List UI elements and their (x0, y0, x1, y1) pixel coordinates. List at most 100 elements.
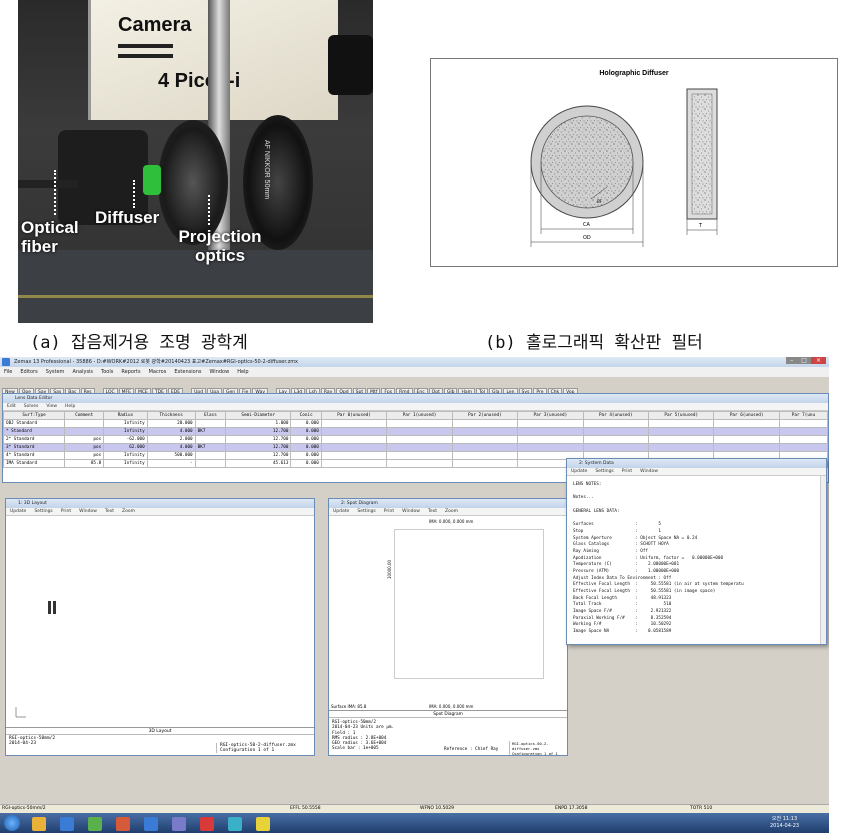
lde-cell-surf[interactable]: IMA Standard (3, 459, 66, 468)
lde-menu-item-0[interactable]: Edit (7, 404, 16, 409)
lde-cell[interactable]: Infinity (103, 427, 148, 436)
lde-menu-item-1[interactable]: Solves (24, 404, 39, 409)
lde-cell-empty[interactable] (778, 427, 828, 436)
lde-column-header[interactable]: Comment (64, 411, 105, 420)
lde-cell-empty[interactable] (713, 419, 780, 428)
lde-column-header[interactable]: Conic (290, 411, 322, 420)
lde-cell[interactable] (194, 435, 227, 444)
layout-menu-item-1[interactable]: Settings (34, 509, 52, 514)
lde-column-header[interactable]: Par 0(unused) (320, 411, 388, 420)
lde-cell-empty[interactable] (320, 427, 388, 436)
lde-cell-empty[interactable] (517, 443, 584, 452)
app-menu-item-8[interactable]: Window (209, 369, 229, 375)
layout-menu-item-3[interactable]: Window (79, 509, 97, 514)
lde-cell-empty[interactable] (713, 427, 780, 436)
lde-cell[interactable] (64, 419, 105, 428)
lde-cell[interactable]: 1.000 (225, 419, 292, 428)
lde-cell[interactable]: 0.000 (290, 419, 322, 428)
lde-cell-empty[interactable] (517, 419, 584, 428)
spot-menu-item-2[interactable]: Print (384, 509, 394, 514)
lde-cell-empty[interactable] (320, 459, 388, 468)
taskbar-app-icon[interactable] (256, 817, 270, 831)
lde-cell-surf[interactable]: 4* Standard (3, 451, 66, 460)
lde-cell[interactable]: 12.700 (225, 427, 292, 436)
lde-cell-empty[interactable] (648, 435, 715, 444)
lde-cell-empty[interactable] (386, 443, 453, 452)
lde-cell[interactable]: 0.000 (290, 435, 322, 444)
app-menu-item-2[interactable]: System (46, 369, 65, 375)
sysdata-menu-item-2[interactable]: Print (622, 469, 632, 474)
lde-column-header[interactable]: Par 7(unu (778, 411, 828, 420)
spot-menu-item-4[interactable]: Text (428, 509, 437, 514)
lde-cell-empty[interactable] (713, 443, 780, 452)
lde-column-header[interactable]: Par 3(unused) (517, 411, 584, 420)
lde-row[interactable]: * Standard Infinity 4.000 BK7 12.700 0.000 (3, 427, 828, 436)
lde-cell[interactable]: Infinity (103, 419, 148, 428)
layout-menu-item-5[interactable]: Zoom (122, 509, 135, 514)
app-menu-item-7[interactable]: Extensions (174, 369, 201, 375)
taskbar-app-icon[interactable] (60, 817, 74, 831)
lde-cell-empty[interactable] (451, 451, 519, 460)
taskbar-app-icon[interactable] (116, 817, 130, 831)
app-menu-item-6[interactable]: Macros (149, 369, 167, 375)
lde-cell[interactable]: 12.700 (225, 435, 292, 444)
lde-column-header[interactable]: Thickness (146, 411, 196, 420)
lde-cell[interactable]: 12.700 (225, 443, 292, 452)
lde-cell-empty[interactable] (451, 419, 519, 428)
lde-cell-empty[interactable] (451, 459, 519, 468)
app-menu-item-3[interactable]: Analysis (72, 369, 93, 375)
lde-cell-empty[interactable] (648, 427, 715, 436)
sysdata-menu-item-1[interactable]: Settings (595, 469, 613, 474)
app-menu-item-1[interactable]: Editors (20, 369, 37, 375)
lde-cell-empty[interactable] (582, 419, 650, 428)
lde-cell[interactable]: 0.000 (290, 443, 322, 452)
lde-column-header[interactable]: Par 1(unused) (386, 411, 453, 420)
lde-cell-empty[interactable] (320, 443, 388, 452)
lde-cell[interactable]: 0.000 (290, 459, 322, 468)
lde-cell[interactable]: 0.000 (290, 451, 322, 460)
lde-cell-empty[interactable] (320, 419, 388, 428)
lde-column-header[interactable]: Par 2(unused) (451, 411, 519, 420)
layout-menu-item-4[interactable]: Text (105, 509, 114, 514)
lde-cell[interactable]: pos (64, 451, 105, 460)
lde-cell[interactable]: 12.700 (225, 451, 292, 460)
lde-cell-empty[interactable] (582, 443, 650, 452)
taskbar-app-icon[interactable] (144, 817, 158, 831)
lde-cell-empty[interactable] (386, 435, 453, 444)
lde-cell-empty[interactable] (386, 459, 453, 468)
lde-cell-empty[interactable] (778, 419, 828, 428)
lde-column-header[interactable]: Par 5(unused) (648, 411, 715, 420)
lde-menu-item-3[interactable]: Help (65, 404, 75, 409)
lde-cell-empty[interactable] (451, 443, 519, 452)
lde-cell[interactable]: 4.000 (146, 443, 196, 452)
lde-cell[interactable]: BK7 (194, 443, 227, 452)
lde-cell-surf[interactable]: OBJ Standard (3, 419, 66, 428)
lde-cell[interactable]: 85.8 (64, 459, 105, 468)
spot-menu-item-5[interactable]: Zoom (445, 509, 458, 514)
lde-cell[interactable]: 20.000 (146, 419, 196, 428)
lde-cell[interactable] (64, 427, 105, 436)
taskbar-app-icon[interactable] (88, 817, 102, 831)
app-menu-item-9[interactable]: Help (237, 369, 248, 375)
lde-cell[interactable]: Infinity (103, 459, 148, 468)
lde-row[interactable]: 3* Standard pos 62.000 4.000 BK7 12.700 0.000 (3, 443, 828, 452)
sysdata-menu-item-0[interactable]: Update (571, 469, 587, 474)
lde-cell-empty[interactable] (713, 435, 780, 444)
lde-cell-empty[interactable] (648, 443, 715, 452)
lde-cell[interactable]: BK7 (194, 427, 227, 436)
lde-cell[interactable]: Infinity (103, 451, 148, 460)
maximize-icon[interactable]: □ (797, 357, 811, 364)
lde-column-header[interactable]: Surf:Type (3, 411, 66, 420)
lde-cell-empty[interactable] (386, 419, 453, 428)
lde-cell[interactable]: 62.000 (103, 443, 148, 452)
minimize-icon[interactable]: – (786, 357, 798, 364)
lde-cell-empty[interactable] (778, 435, 828, 444)
lde-cell-empty[interactable] (582, 427, 650, 436)
lde-cell[interactable] (194, 459, 227, 468)
lde-row[interactable]: OBJ Standard Infinity 20.000 1.000 0.000 (3, 419, 828, 428)
lde-cell-surf[interactable]: * Standard (3, 427, 66, 436)
sysdata-scrollbar[interactable] (820, 476, 826, 644)
layout-menu-item-0[interactable]: Update (10, 509, 26, 514)
close-icon[interactable]: × (810, 357, 826, 364)
lde-cell[interactable]: 0.000 (290, 427, 322, 436)
